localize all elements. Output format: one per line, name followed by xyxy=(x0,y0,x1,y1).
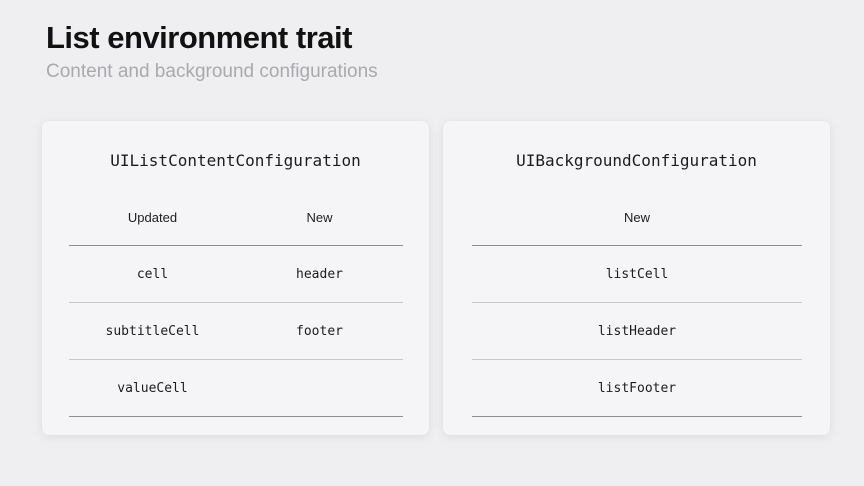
table-cell: valueCell xyxy=(117,380,188,396)
table-row: listFooter xyxy=(472,360,802,417)
list-content-configuration-card: UIListContentConfiguration Updated New c… xyxy=(42,121,429,435)
table-row: listCell xyxy=(472,246,802,303)
table-cell: listHeader xyxy=(597,323,677,339)
configuration-table: New listCell listHeader listFooter xyxy=(472,198,802,417)
configuration-table: Updated New cell header subtitleCell foo… xyxy=(69,198,403,417)
table-cell: footer xyxy=(296,323,343,339)
table-row: listHeader xyxy=(472,303,802,360)
table-header-row: Updated New xyxy=(69,198,403,246)
page-title: List environment trait xyxy=(46,20,352,55)
background-configuration-card: UIBackgroundConfiguration New listCell l… xyxy=(443,121,830,435)
card-title: UIBackgroundConfiguration xyxy=(516,151,757,170)
table-row: cell header xyxy=(69,246,403,303)
table-cell: header xyxy=(296,266,343,282)
table-row: valueCell xyxy=(69,360,403,417)
card-title: UIListContentConfiguration xyxy=(110,151,361,170)
table-header-row: New xyxy=(472,198,802,246)
table-row: subtitleCell footer xyxy=(69,303,403,360)
table-cell: listFooter xyxy=(597,380,677,396)
column-header-updated: Updated xyxy=(127,210,178,225)
page-subtitle: Content and background configurations xyxy=(46,61,378,82)
column-header-new: New xyxy=(306,210,333,225)
table-cell: subtitleCell xyxy=(105,323,200,339)
column-header-new: New xyxy=(623,210,650,225)
table-cell: cell xyxy=(136,266,169,282)
table-cell: listCell xyxy=(605,266,669,282)
